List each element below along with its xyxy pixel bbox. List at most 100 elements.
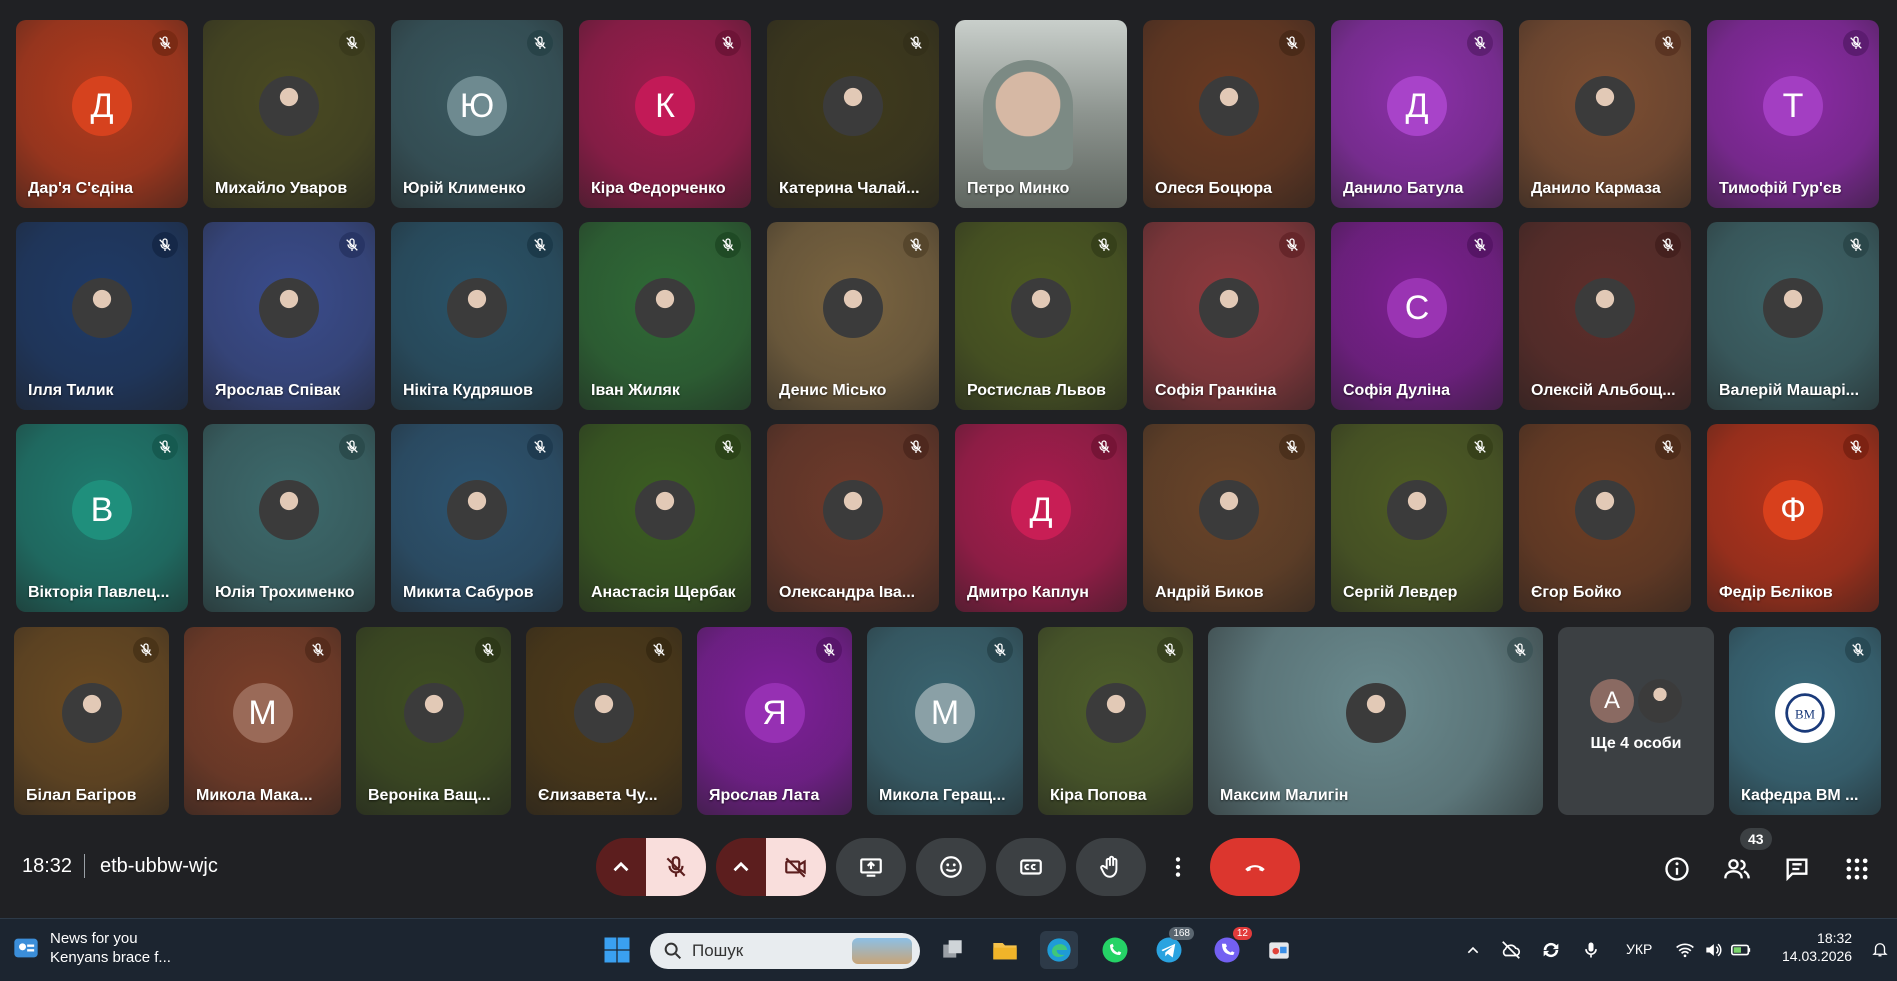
participant-tile[interactable]: Ярослав Співак (203, 222, 375, 410)
chat-button[interactable] (1780, 852, 1814, 886)
participant-name: Ростислав Львов (967, 382, 1106, 399)
more-options-button[interactable] (1160, 838, 1196, 896)
task-view-icon (943, 940, 962, 958)
participant-tile[interactable]: Іван Жиляк (579, 222, 751, 410)
participant-tile[interactable]: Кіра Попова (1038, 627, 1193, 815)
camera-toggle-button[interactable] (766, 838, 826, 896)
snipping-tool-button[interactable] (1262, 933, 1296, 967)
mic-off-icon (1286, 238, 1298, 251)
participant-tile[interactable]: Микита Сабуров (391, 424, 563, 612)
start-button[interactable] (598, 931, 636, 969)
more-participants-tile[interactable]: А Ще 4 особи (1558, 627, 1714, 815)
participant-tile[interactable]: К Кіра Федорченко (579, 20, 751, 208)
edge-button[interactable] (1040, 931, 1078, 969)
avatar (1638, 679, 1682, 723)
participant-tile[interactable]: Білал Багіров (14, 627, 169, 815)
participant-tile[interactable]: Д Дмитро Каплун (955, 424, 1127, 612)
present-screen-button[interactable] (836, 838, 906, 896)
mic-options-button[interactable] (596, 838, 646, 896)
avatar: А (1590, 679, 1634, 723)
language-indicator[interactable]: УКР (1626, 941, 1652, 957)
whatsapp-button[interactable] (1098, 933, 1132, 967)
participant-tile[interactable]: Юлія Трохименко (203, 424, 375, 612)
microphone-tray-button[interactable] (1578, 937, 1604, 963)
participant-tile[interactable]: М Микола Мака... (184, 627, 341, 815)
participant-tile[interactable]: Анастасія Щербак (579, 424, 751, 612)
mic-off-icon (534, 440, 546, 453)
participant-tile[interactable]: Т Тимофій Гур'єв (1707, 20, 1879, 208)
participant-tile[interactable]: М Микола Геращ... (867, 627, 1023, 815)
participant-tile[interactable]: BM Кафедра ВМ ... (1729, 627, 1881, 815)
activities-button[interactable] (1840, 852, 1874, 886)
clock-area[interactable]: 18:32 14.03.2026 (1782, 929, 1852, 965)
bell-icon (1872, 943, 1888, 957)
participant-tile[interactable]: Єлизавета Чу... (526, 627, 682, 815)
participant-tile[interactable]: Михайло Уваров (203, 20, 375, 208)
muted-indicator (1279, 30, 1305, 56)
participant-tile[interactable]: Максим Малигін (1208, 627, 1543, 815)
participant-tile[interactable]: Сергій Левдер (1331, 424, 1503, 612)
participant-name: Андрій Биков (1155, 584, 1264, 601)
mic-off-icon (910, 36, 922, 49)
participant-tile[interactable]: Д Дар'я С'єдіна (16, 20, 188, 208)
participant-tile[interactable]: Валерій Машарі... (1707, 222, 1879, 410)
participant-tile[interactable]: Єгор Бойко (1519, 424, 1691, 612)
muted-indicator (903, 30, 929, 56)
participant-name: Олеся Боцюра (1155, 180, 1272, 197)
meeting-details-button[interactable] (1660, 852, 1694, 886)
participant-name: Іван Жиляк (591, 382, 680, 399)
reactions-button[interactable] (916, 838, 986, 896)
tray-overflow-button[interactable] (1460, 937, 1486, 963)
participant-tile[interactable]: Катерина Чалай... (767, 20, 939, 208)
news-widget[interactable]: News for you Kenyans brace f... (12, 929, 171, 967)
participant-tile[interactable]: Петро Минко (955, 20, 1127, 208)
mic-off-icon (159, 440, 171, 453)
participant-name: Олександра Іва... (779, 584, 916, 601)
camera-control-group (716, 838, 826, 896)
muted-indicator (1655, 232, 1681, 258)
chevron-up-icon (733, 861, 749, 872)
avatar (447, 480, 507, 540)
participant-tile[interactable]: Я Ярослав Лата (697, 627, 852, 815)
update-button[interactable] (1538, 937, 1564, 963)
participant-tile[interactable]: Андрій Биков (1143, 424, 1315, 612)
cloud-sync-button[interactable] (1498, 937, 1524, 963)
avatar (61, 683, 122, 743)
telegram-badge: 168 (1169, 927, 1194, 940)
participant-tile[interactable]: Ф Федір Бєліков (1707, 424, 1879, 612)
battery-button[interactable] (1728, 937, 1754, 963)
participant-tile[interactable]: С Софія Дуліна (1331, 222, 1503, 410)
participant-tile[interactable]: Ростислав Львов (955, 222, 1127, 410)
camera-options-button[interactable] (716, 838, 766, 896)
avatar: Я (744, 683, 805, 743)
wifi-button[interactable] (1672, 937, 1698, 963)
volume-button[interactable] (1700, 937, 1726, 963)
participant-tile[interactable]: Денис Місько (767, 222, 939, 410)
notifications-button[interactable] (1868, 937, 1892, 961)
muted-indicator (1845, 637, 1871, 663)
file-explorer-button[interactable] (988, 933, 1022, 967)
taskbar-search[interactable]: Пошук (650, 933, 920, 969)
raise-hand-button[interactable] (1076, 838, 1146, 896)
participant-tile[interactable]: В Вікторія Павлец... (16, 424, 188, 612)
participant-tile[interactable]: Ю Юрій Клименко (391, 20, 563, 208)
participant-tile[interactable]: Олеся Боцюра (1143, 20, 1315, 208)
viber-badge: 12 (1232, 927, 1252, 940)
participant-tile[interactable]: Ілля Тилик (16, 222, 188, 410)
participant-tile[interactable]: Вероніка Ващ... (356, 627, 511, 815)
participant-tile[interactable]: Софія Гранкіна (1143, 222, 1315, 410)
telegram-button[interactable]: 168 (1152, 927, 1194, 967)
participant-tile[interactable]: Нікіта Кудряшов (391, 222, 563, 410)
participant-tile[interactable]: Д Данило Батула (1331, 20, 1503, 208)
viber-button[interactable]: 12 (1210, 927, 1252, 967)
task-view-button[interactable] (936, 933, 970, 967)
avatar (259, 278, 319, 338)
participant-tile[interactable]: Олексій Альбощ... (1519, 222, 1691, 410)
leave-call-button[interactable] (1210, 838, 1300, 896)
participant-tile[interactable]: Олександра Іва... (767, 424, 939, 612)
captions-button[interactable] (996, 838, 1066, 896)
participant-name: Софія Гранкіна (1155, 382, 1277, 399)
participant-tile[interactable]: Данило Кармаза (1519, 20, 1691, 208)
mic-toggle-button[interactable] (646, 838, 706, 896)
people-button[interactable] (1720, 852, 1754, 886)
